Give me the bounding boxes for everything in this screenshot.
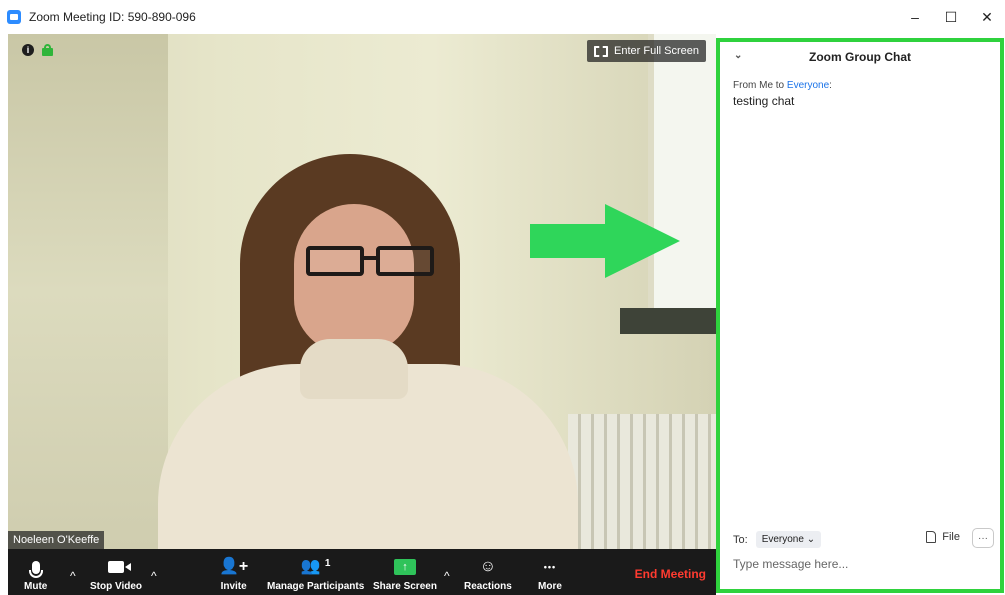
chat-header: ⌄ Zoom Group Chat [720,42,1000,72]
end-meeting-button[interactable]: End Meeting [635,567,706,581]
participant-collar [300,339,408,399]
message-recipient-link[interactable]: Everyone [787,80,829,91]
more-button[interactable]: ••• More [538,556,562,592]
mute-button[interactable]: Mute [24,556,47,592]
meeting-status-icons: i [22,44,53,56]
add-person-icon: 👤+ [219,558,249,575]
chat-title: Zoom Group Chat [809,50,911,64]
more-dots-icon: ••• [543,562,557,572]
stop-video-label: Stop Video [90,581,143,592]
enter-full-screen-label: Enter Full Screen [614,45,699,57]
background-window-sill [620,308,716,334]
window-title: Zoom Meeting ID: 590-890-096 [29,10,196,24]
manage-participants-button[interactable]: 👥 1 Manage Participants [267,556,365,593]
message-input[interactable] [733,557,983,571]
participants-icon: 👥 [300,558,321,575]
meeting-toolbar: Mute ^ Stop Video ^ 👤+ Invite 👥 1 Manage… [8,549,716,595]
reactions-label: Reactions [464,581,512,592]
invite-label: Invite [220,581,247,592]
video-camera-icon [108,561,125,573]
info-icon[interactable]: i [22,44,34,56]
minimize-button[interactable]: – [897,0,933,34]
participant-count: 1 [324,557,331,569]
title-bar: Zoom Meeting ID: 590-890-096 – ☐ ✕ [0,0,1005,34]
green-arrow-annotation [530,204,680,278]
file-label: File [942,531,960,543]
message-meta: From Me to Everyone: [733,80,1000,91]
background-radiator [568,414,716,549]
zoom-app-icon [7,10,21,24]
maximize-button[interactable]: ☐ [933,0,969,34]
to-label: To: [733,533,748,546]
recipient-selector[interactable]: Everyone ⌄ [755,531,822,548]
recipient-row: To: Everyone ⌄ [733,531,822,548]
video-feed: i Enter Full Screen Noeleen O'Keeffe [8,34,716,549]
share-options-caret[interactable]: ^ [444,569,450,583]
reactions-button[interactable]: ☺ Reactions [464,556,512,593]
participant-face [294,204,414,354]
message-meta-suffix: : [829,80,832,91]
lock-icon[interactable] [42,44,53,56]
microphone-icon [28,560,43,578]
file-icon [926,531,937,543]
chat-more-button[interactable]: ··· [972,528,994,548]
zoom-window: Zoom Meeting ID: 590-890-096 – ☐ ✕ i Ent… [0,0,1005,595]
manage-participants-label: Manage Participants [267,581,365,592]
fullscreen-icon [594,45,609,57]
share-screen-button[interactable]: ↑ Share Screen [373,556,437,592]
background-window [648,34,716,324]
audio-options-caret[interactable]: ^ [70,569,76,583]
close-button[interactable]: ✕ [969,0,1005,34]
mute-label: Mute [24,581,48,592]
enter-full-screen-button[interactable]: Enter Full Screen [587,40,706,62]
file-button[interactable]: File [926,531,960,543]
stop-video-button[interactable]: Stop Video [90,556,142,592]
share-screen-icon: ↑ [393,559,416,575]
share-screen-label: Share Screen [373,581,437,592]
background-wall [8,34,168,549]
chat-panel: ⌄ Zoom Group Chat From Me to Everyone: t… [716,38,1004,593]
collapse-chevron-icon[interactable]: ⌄ [734,50,742,61]
message-meta-prefix: From Me to [733,80,787,91]
message-text: testing chat [733,94,795,108]
participant-name-tag: Noeleen O'Keeffe [8,531,105,549]
reactions-icon: ☺ [479,558,497,575]
chat-composer: To: Everyone ⌄ File ··· [720,525,1000,589]
video-options-caret[interactable]: ^ [151,569,157,583]
more-label: More [538,581,562,592]
window-controls: – ☐ ✕ [897,0,1005,34]
participant-glasses [306,246,438,278]
invite-button[interactable]: 👤+ Invite [219,556,249,593]
